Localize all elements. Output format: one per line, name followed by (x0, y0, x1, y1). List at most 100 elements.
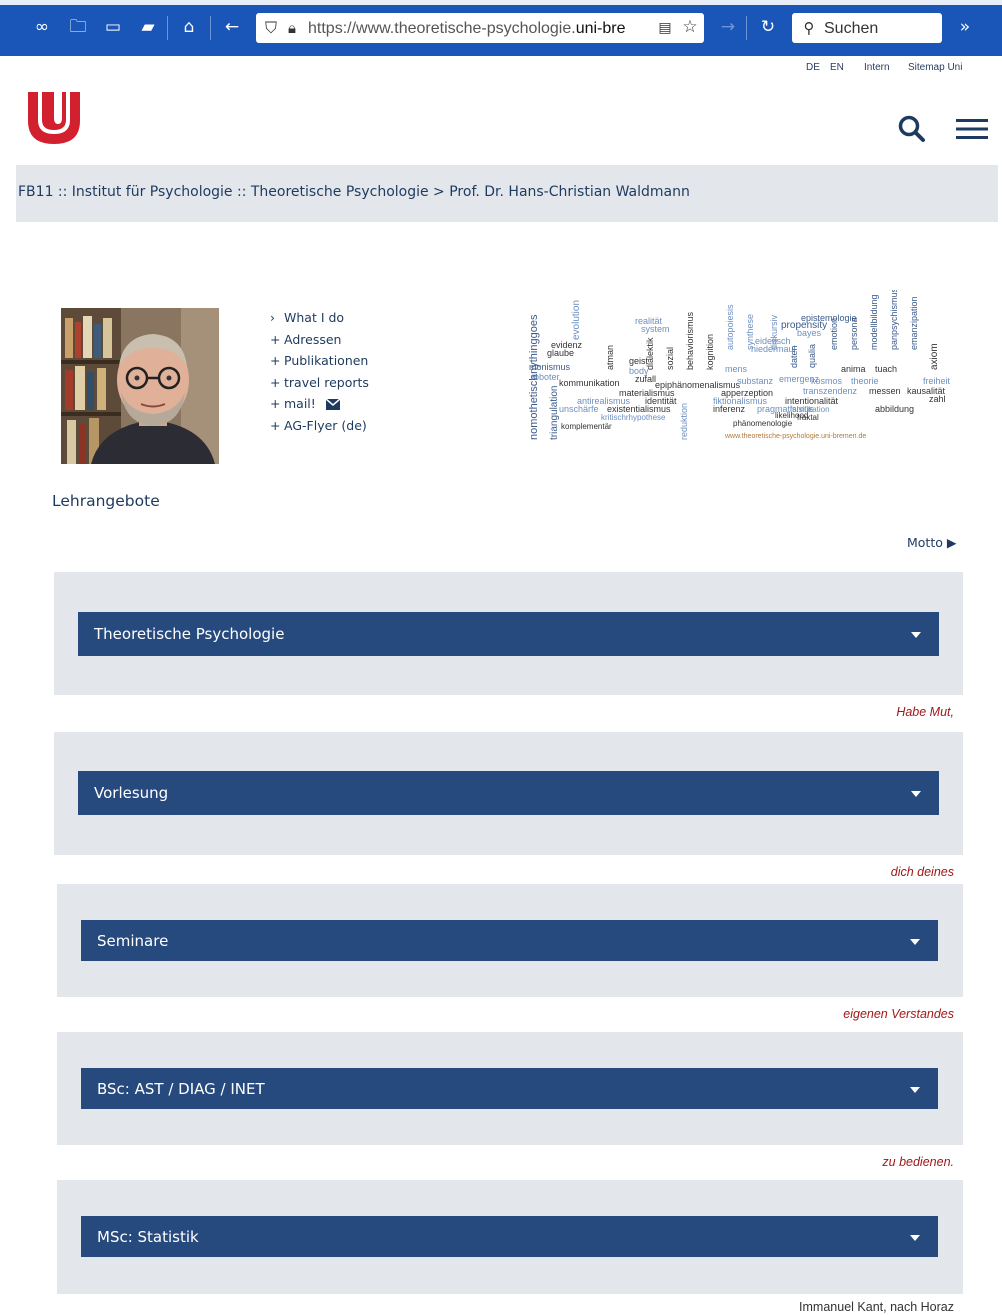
link-label[interactable]: mail! (284, 396, 316, 411)
toolbar-separator (210, 16, 211, 40)
link-marker: + (270, 375, 281, 390)
svg-text:modellbildung: modellbildung (869, 294, 879, 350)
svg-text:phänomenologie: phänomenologie (733, 419, 793, 428)
link-publikationen[interactable]: + Publikationen (270, 351, 368, 371)
section-bsc: BSc: AST / DIAG / INET (57, 1032, 963, 1145)
svg-text:reduktion: reduktion (679, 403, 689, 440)
section-theoretische-psychologie: Theoretische Psychologie (54, 572, 963, 695)
lock-icon[interactable]: 🔒︎ (284, 17, 300, 39)
motto-label[interactable]: Motto (907, 535, 943, 550)
overflow-icon[interactable]: » (953, 15, 977, 39)
svg-text:autopoiesis: autopoiesis (725, 304, 735, 350)
lang-en-link[interactable]: EN (830, 62, 844, 73)
accordion-vorlesung[interactable]: Vorlesung (78, 771, 939, 815)
accordion-seminare[interactable]: Seminare (81, 920, 938, 961)
svg-text:emergenz: emergenz (779, 374, 820, 384)
link-label[interactable]: Publikationen (284, 353, 368, 368)
link-adressen[interactable]: + Adressen (270, 330, 341, 350)
motto-toggle[interactable]: Motto ▶ (907, 535, 957, 550)
accordion-label[interactable]: MSc: Statistik (97, 1227, 199, 1247)
svg-text:diskursiv: diskursiv (769, 314, 779, 350)
browser-search-bar[interactable]: ⚲ Suchen (792, 13, 942, 43)
link-label[interactable]: travel reports (284, 375, 369, 390)
infinity-icon[interactable]: ∞ (30, 15, 54, 39)
hamburger-menu-icon[interactable] (956, 118, 988, 140)
chevron-down-icon[interactable] (910, 939, 920, 945)
page-heading-lehrangebote: Lehrangebote (52, 492, 160, 510)
section-msc: MSc: Statistik (57, 1180, 963, 1294)
link-label[interactable]: Adressen (284, 332, 341, 347)
svg-text:transzendenz: transzendenz (803, 386, 858, 396)
accordion-bsc[interactable]: BSc: AST / DIAG / INET (81, 1068, 938, 1109)
link-label[interactable]: What I do (284, 310, 344, 325)
svg-text:qualia: qualia (807, 344, 817, 368)
toolbar-separator (746, 16, 747, 40)
reload-icon[interactable]: ↻ (756, 15, 780, 39)
sitemap-link[interactable]: Sitemap Uni (908, 62, 962, 73)
svg-text:synthese: synthese (745, 314, 755, 350)
back-icon[interactable]: ← (220, 15, 244, 39)
folder-icon[interactable]: 🗀 (66, 15, 90, 39)
svg-text:freiheit: freiheit (923, 376, 951, 386)
toolbar-top-strip (0, 0, 1002, 5)
envelope-icon (326, 399, 340, 410)
shield-icon[interactable]: ⛉ (262, 17, 280, 39)
svg-text:monismus: monismus (529, 362, 571, 372)
accordion-label[interactable]: Theoretische Psychologie (94, 624, 284, 644)
svg-text:abbildung: abbildung (875, 404, 914, 414)
svg-text:evolution: evolution (571, 300, 582, 340)
link-marker: + (270, 332, 281, 347)
search-icon: ⚲ (803, 19, 815, 37)
svg-text:nomothetisch: nomothetisch (528, 375, 540, 440)
accordion-label[interactable]: Vorlesung (94, 783, 168, 803)
link-mail[interactable]: + mail! (270, 394, 340, 414)
meta-links: DE EN Intern Sitemap Uni (806, 62, 966, 76)
svg-text:zahl: zahl (929, 394, 946, 404)
lang-de-link[interactable]: DE (806, 62, 820, 73)
chevron-down-icon[interactable] (911, 791, 921, 797)
svg-text:atman: atman (605, 345, 615, 370)
chevron-down-icon[interactable] (911, 632, 921, 638)
url-bar[interactable]: ⛉ 🔒︎ https://www.theoretische-psychologi… (256, 13, 704, 43)
bookmark-star-icon[interactable]: ☆ (680, 16, 700, 38)
link-marker: + (270, 418, 281, 433)
svg-text:daten: daten (789, 345, 799, 368)
breadcrumb: FB11 :: Institut für Psychologie :: Theo… (16, 165, 998, 222)
link-what-i-do[interactable]: › What I do (270, 308, 344, 328)
intern-link[interactable]: Intern (864, 62, 890, 73)
accordion-label[interactable]: Seminare (97, 931, 168, 951)
link-label[interactable]: AG-Flyer (de) (284, 418, 367, 433)
play-triangle-icon: ▶ (946, 535, 957, 550)
link-travel-reports[interactable]: + travel reports (270, 373, 369, 393)
university-logo[interactable] (26, 90, 82, 146)
chevron-down-icon[interactable] (910, 1235, 920, 1241)
profile-photo (61, 308, 219, 464)
svg-text:messen: messen (869, 386, 901, 396)
svg-text:system: system (641, 324, 670, 334)
url-text[interactable]: https://www.theoretische-psychologie.uni… (308, 19, 648, 39)
word-cloud-credit: www.theoretische-psychologie.uni-bremen.… (724, 433, 866, 440)
home-icon[interactable]: ⌂ (177, 15, 201, 39)
reader-view-icon[interactable]: ▤ (656, 17, 674, 39)
svg-text:kommunikation: kommunikation (559, 378, 620, 388)
svg-text:glaube: glaube (547, 348, 574, 358)
link-ag-flyer[interactable]: + AG-Flyer (de) (270, 416, 367, 436)
breadcrumb-text[interactable]: FB11 :: Institut für Psychologie :: Theo… (18, 183, 690, 201)
accordion-theoretische-psychologie[interactable]: Theoretische Psychologie (78, 612, 939, 656)
site-search-icon[interactable] (897, 114, 927, 144)
svg-text:anima: anima (841, 364, 866, 374)
section-vorlesung: Vorlesung (54, 732, 963, 855)
svg-text:axiom: axiom (929, 343, 940, 370)
sidebar-icon[interactable]: ▭ (101, 15, 125, 39)
svg-text:roboter: roboter (531, 372, 560, 382)
svg-text:bayes: bayes (797, 328, 822, 338)
search-placeholder: Suchen (824, 20, 879, 37)
svg-text:behaviorismus: behaviorismus (685, 311, 695, 370)
chevron-down-icon[interactable] (910, 1087, 920, 1093)
forward-icon[interactable]: → (716, 15, 740, 39)
screenshot-icon[interactable]: ▰ (136, 15, 160, 39)
svg-text:dialektik: dialektik (645, 337, 655, 370)
accordion-label[interactable]: BSc: AST / DIAG / INET (97, 1079, 265, 1099)
accordion-msc[interactable]: MSc: Statistik (81, 1216, 938, 1257)
svg-text:kritischrhypothese: kritischrhypothese (601, 413, 666, 422)
